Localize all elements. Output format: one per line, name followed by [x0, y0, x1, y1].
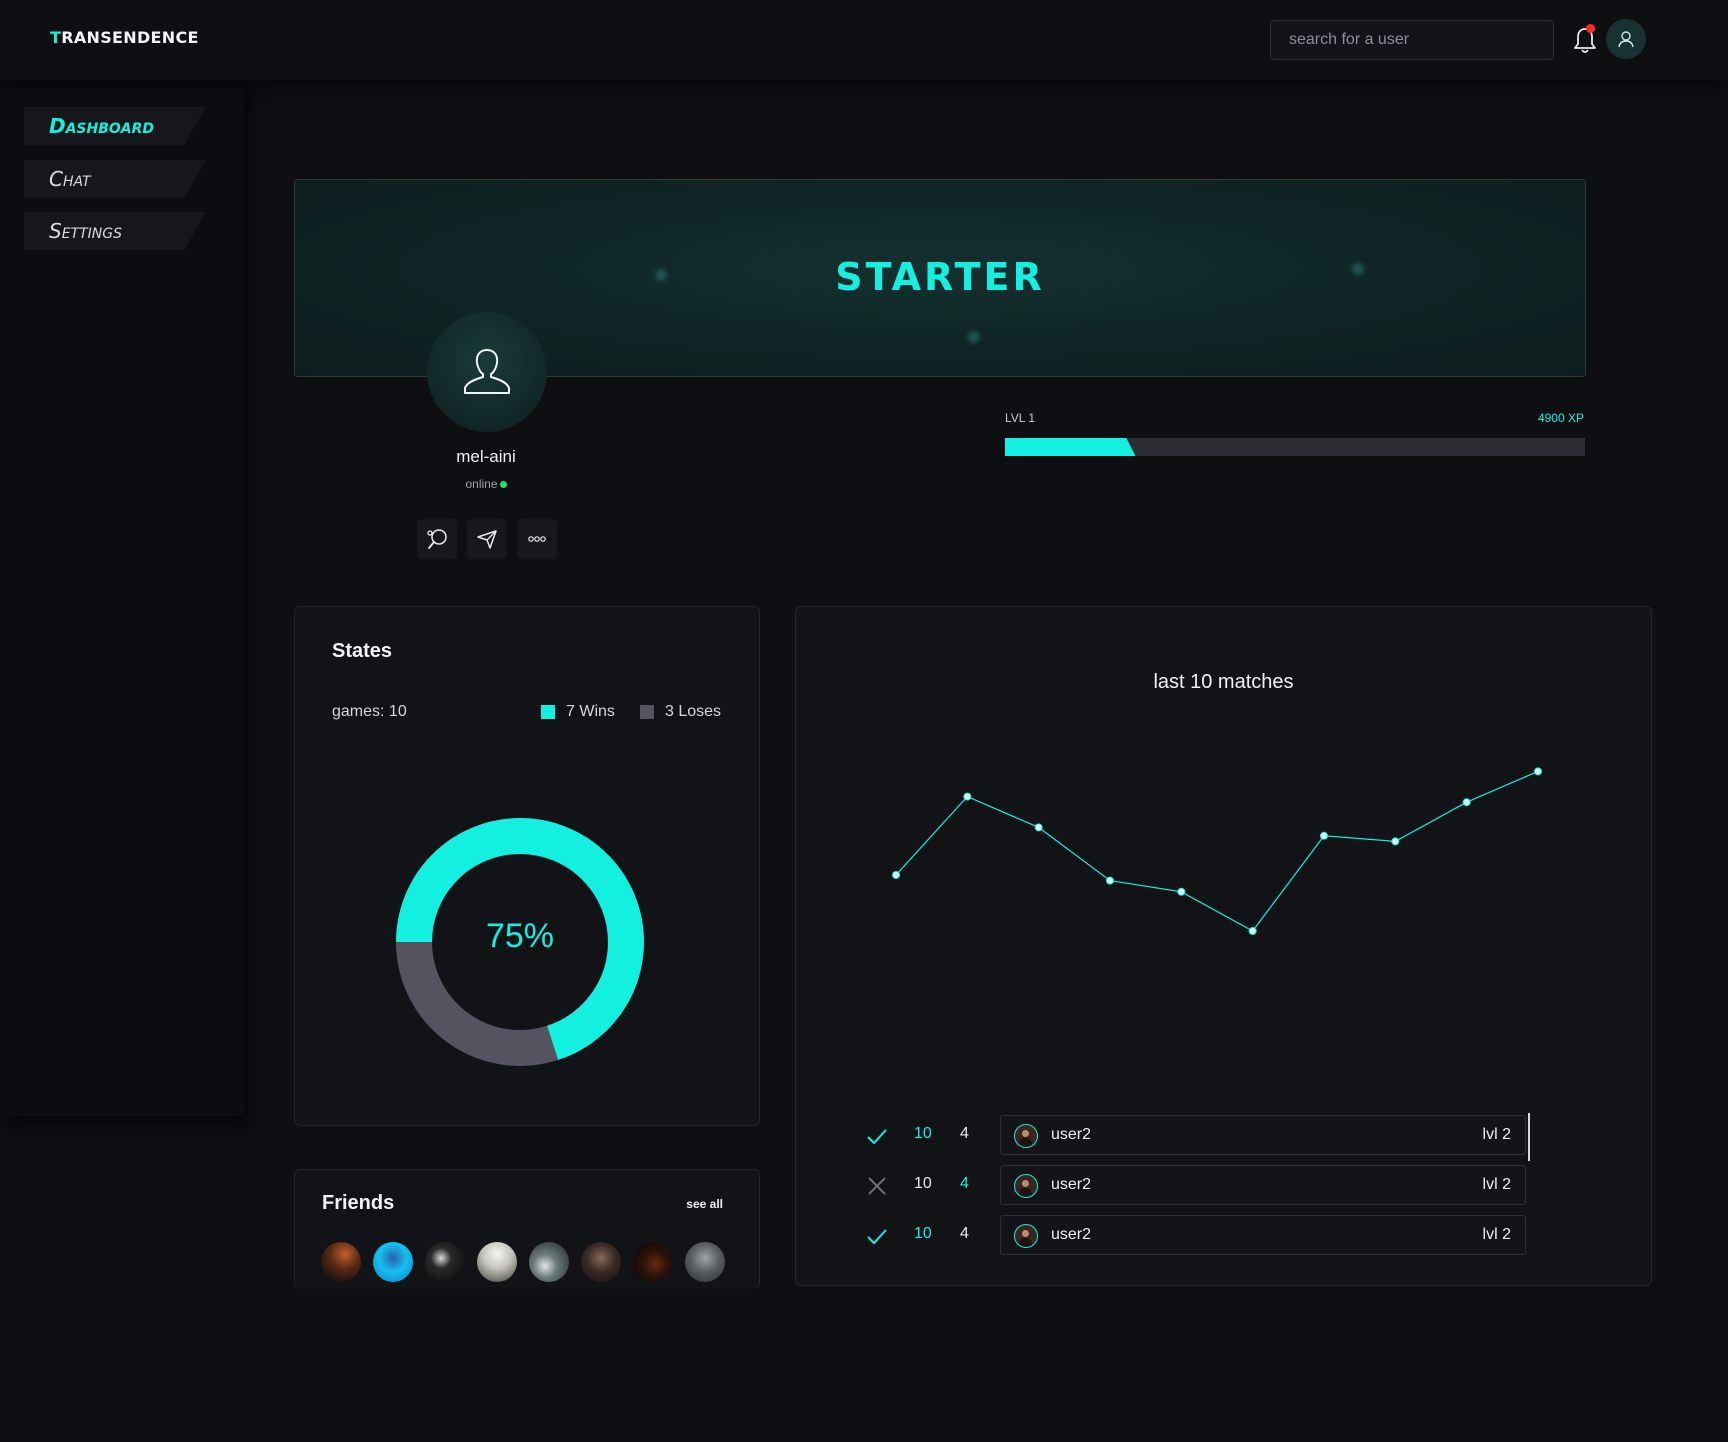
send-icon: [477, 530, 497, 549]
xp-progress-fill: [1005, 438, 1136, 456]
online-indicator: [499, 481, 507, 489]
sidebar-item-chat[interactable]: Chat: [24, 160, 206, 198]
user-silhouette-icon: [464, 349, 510, 394]
friend-avatar[interactable]: [373, 1242, 413, 1282]
score-player: 10: [914, 1175, 932, 1192]
friends-title: Friends: [322, 1192, 395, 1214]
friends-card: Friends see all: [294, 1169, 760, 1289]
loses-swatch: [640, 705, 654, 719]
match-data-point: [1462, 798, 1471, 807]
opponent-name: user2: [1051, 1126, 1092, 1143]
legend-loses: 3 Loses: [640, 703, 721, 721]
match-data-point: [1177, 887, 1186, 896]
match-row: 10 4 user2 lvl 2: [866, 1165, 1586, 1205]
stats-title: States: [332, 640, 393, 662]
opponent-avatar: [1014, 1124, 1038, 1148]
opponent-avatar: [1014, 1174, 1038, 1198]
legend-wins: 7 Wins: [541, 703, 615, 721]
xp-label: 4900 XP: [1537, 411, 1584, 425]
profile-avatar[interactable]: [427, 312, 547, 432]
more-options-button[interactable]: [517, 519, 557, 559]
friend-avatar[interactable]: [529, 1242, 569, 1282]
score-opponent: 4: [960, 1225, 969, 1242]
matches-line-chart: [892, 767, 1542, 935]
see-all-link[interactable]: see all: [686, 1197, 723, 1211]
opponent-level: lvl 2: [1482, 1126, 1511, 1143]
loses-label: 3 Loses: [665, 703, 722, 720]
score-player: 10: [914, 1125, 932, 1142]
matches-scrollbar[interactable]: [1528, 1113, 1530, 1161]
match-data-point: [1106, 876, 1114, 885]
matches-card: last 10 matches 10 4 user2 lvl 2 10 4 us…: [795, 606, 1652, 1286]
opponent-name: user2: [1051, 1226, 1092, 1243]
loss-x-icon: [868, 1177, 886, 1195]
app-logo[interactable]: TRANSENDENCE: [50, 28, 199, 47]
friend-avatar[interactable]: [633, 1242, 673, 1282]
level-label: LVL 1: [1005, 411, 1036, 425]
opponent-card[interactable]: user2 lvl 2: [1000, 1165, 1526, 1205]
sidebar-item-settings[interactable]: Settings: [24, 212, 206, 250]
challenge-button[interactable]: [417, 519, 457, 559]
win-check-icon: [867, 1229, 887, 1245]
xp-progress-bar: [1005, 438, 1585, 456]
profile-username: mel-aini: [456, 447, 516, 466]
match-data-point: [1391, 837, 1400, 846]
match-data-point: [1248, 927, 1257, 935]
friend-avatar[interactable]: [321, 1242, 361, 1282]
profile-status: online: [400, 477, 572, 491]
games-count: games: 10: [332, 703, 407, 720]
win-check-icon: [867, 1129, 887, 1145]
score-player: 10: [914, 1225, 932, 1242]
opponent-level: lvl 2: [1482, 1226, 1511, 1243]
matches-series-line: [895, 770, 1539, 932]
more-icon: [528, 536, 546, 542]
rank-title: STARTER: [835, 255, 1045, 299]
match-data-point: [1534, 767, 1542, 776]
opponent-name: user2: [1051, 1176, 1092, 1193]
match-row: 10 4 user2 lvl 2: [866, 1215, 1586, 1255]
logo-initial: T: [50, 28, 62, 47]
search-input[interactable]: [1270, 20, 1554, 60]
ping-pong-paddle-icon: [427, 529, 447, 549]
friend-avatar[interactable]: [477, 1242, 517, 1282]
match-data-point: [963, 792, 972, 801]
match-data-point: [1320, 831, 1328, 840]
user-menu-avatar[interactable]: [1606, 19, 1646, 59]
top-bar: TRANSENDENCE: [0, 0, 1728, 80]
match-data-point: [892, 871, 900, 879]
banner-decoration: [968, 331, 980, 343]
score-opponent: 4: [960, 1125, 969, 1142]
notification-badge: [1586, 24, 1595, 33]
opponent-card[interactable]: user2 lvl 2: [1000, 1215, 1526, 1255]
friend-avatar[interactable]: [581, 1242, 621, 1282]
user-icon: [1618, 31, 1634, 48]
score-opponent: 4: [960, 1175, 969, 1192]
win-percentage: 75%: [485, 917, 555, 955]
send-message-button[interactable]: [467, 519, 507, 559]
sidebar: Dashboard Chat Settings: [0, 80, 244, 1116]
stats-card: States games: 10 7 Wins 3 Loses 75%: [294, 606, 760, 1126]
status-text: online: [465, 477, 498, 491]
opponent-level: lvl 2: [1482, 1176, 1511, 1193]
opponent-avatar: [1014, 1224, 1038, 1248]
friend-avatar[interactable]: [685, 1242, 725, 1282]
friend-avatar[interactable]: [425, 1242, 465, 1282]
match-data-point: [1034, 823, 1043, 832]
wins-label: 7 Wins: [566, 703, 615, 720]
wins-swatch: [541, 705, 555, 719]
opponent-card[interactable]: user2 lvl 2: [1000, 1115, 1526, 1155]
sidebar-item-dashboard[interactable]: Dashboard: [24, 107, 206, 145]
logo-text: RANSENDENCE: [61, 28, 199, 47]
match-row: 10 4 user2 lvl 2: [866, 1115, 1586, 1155]
